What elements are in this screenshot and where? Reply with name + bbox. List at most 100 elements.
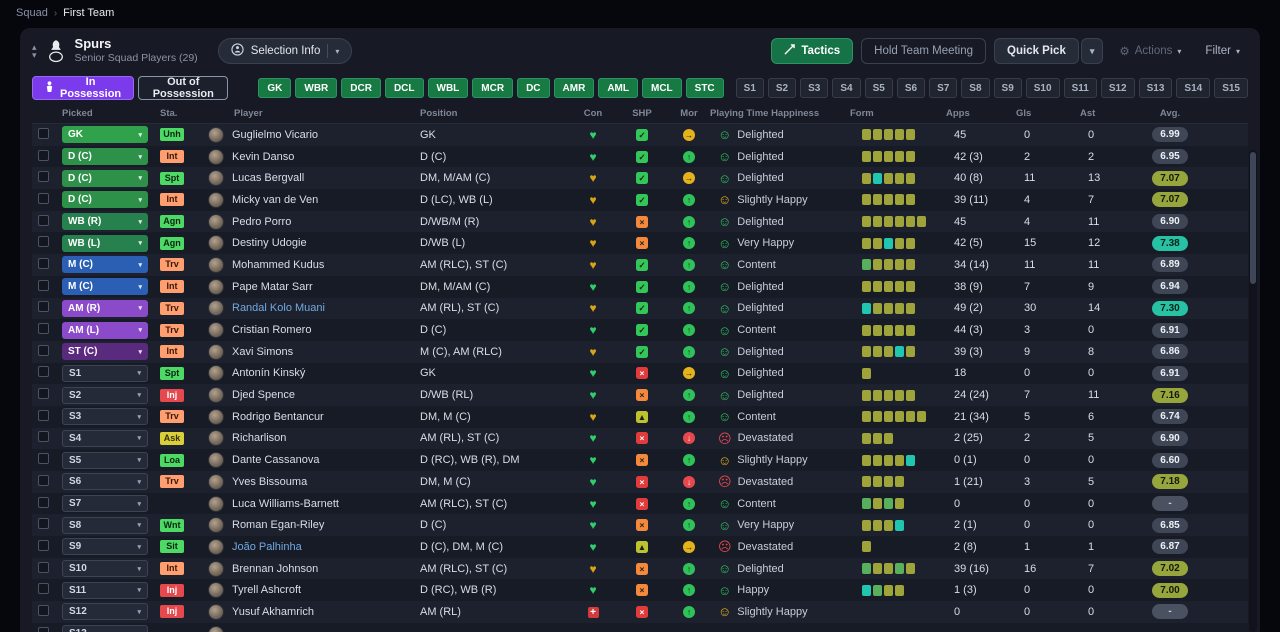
picked-position-select[interactable]: AM (L) ▾ [62, 321, 148, 339]
row-checkbox[interactable] [38, 344, 49, 356]
table-row[interactable]: GK ▾ Unh Guglielmo Vicario GK ♥ ✓ → ☺ Deli… [32, 124, 1248, 146]
row-checkbox[interactable] [38, 257, 49, 269]
row-checkbox[interactable] [38, 279, 49, 291]
player-name[interactable]: Yusuf Akhamrich [232, 606, 314, 618]
slot-filter-s7[interactable]: S7 [929, 78, 958, 98]
row-checkbox[interactable] [38, 431, 49, 443]
row-checkbox[interactable] [38, 366, 49, 378]
table-row[interactable]: WB (R) ▾ Agn Pedro Porro D/WB/M (R) ♥ × ↑… [32, 210, 1248, 233]
row-checkbox[interactable] [38, 149, 49, 161]
player-name[interactable]: Yves Bissouma [232, 476, 307, 488]
picked-position-select[interactable]: M (C) ▾ [62, 256, 148, 274]
slot-filter-s1[interactable]: S1 [735, 78, 764, 98]
slot-filter-s3[interactable]: S3 [800, 78, 829, 98]
player-name[interactable]: Tyrell Ashcroft [232, 584, 301, 596]
table-row[interactable]: S10 ▾ Int Brennan Johnson AM (RLC), ST (C… [32, 557, 1248, 580]
row-checkbox[interactable] [38, 583, 49, 595]
picked-position-select[interactable]: S10 ▾ [62, 560, 148, 578]
tab-out-of-possession[interactable]: Out of Possession [138, 76, 229, 100]
table-row[interactable]: S9 ▾ Sit João Palhinha D (C), DM, M (C) ♥… [32, 536, 1248, 558]
scrollbar-thumb[interactable] [1250, 152, 1256, 284]
table-row[interactable]: S2 ▾ Inj Djed Spence D/WB (RL) ♥ × ↑ ☺ Del… [32, 384, 1248, 406]
picked-position-select[interactable]: S13▾ [62, 625, 148, 632]
table-row[interactable]: M (C) ▾ Int Pape Matar Sarr DM, M/AM (C) … [32, 275, 1248, 298]
table-row[interactable]: D (C) ▾ Int Kevin Danso D (C) ♥ ✓ ↑ ☺ Deli… [32, 145, 1248, 168]
chevron-down-icon[interactable]: ▾ [32, 51, 37, 60]
player-name[interactable]: Guglielmo Vicario [232, 129, 318, 141]
table-row[interactable]: D (C) ▾ Spt Lucas Bergvall DM, M/AM (C) ♥… [32, 167, 1248, 190]
player-name[interactable]: Kevin Danso [232, 151, 294, 163]
picked-position-select[interactable]: S7 ▾ [62, 495, 148, 513]
breadcrumb-squad[interactable]: Squad [16, 7, 48, 19]
position-filter-wbr[interactable]: WBR [295, 78, 338, 98]
column-header-playing-time-happiness[interactable]: Playing Time Happiness [710, 108, 850, 119]
table-row[interactable]: S1 ▾ Spt Antonín Kinský GK ♥ × → ☺ Delight… [32, 362, 1248, 385]
table-row[interactable]: S3 ▾ Trv Rodrigo Bentancur DM, M (C) ♥ ▲ … [32, 405, 1248, 428]
slot-filter-s9[interactable]: S9 [993, 78, 1022, 98]
table-row[interactable]: AM (R) ▾ Trv Randal Kolo Muani AM (RL), S… [32, 297, 1248, 320]
row-checkbox[interactable] [38, 301, 49, 313]
picked-position-select[interactable]: S8 ▾ [62, 516, 148, 534]
position-filter-gk[interactable]: GK [258, 78, 292, 98]
hold-team-meeting-button[interactable]: Hold Team Meeting [861, 38, 987, 64]
row-checkbox[interactable] [38, 453, 49, 465]
row-checkbox[interactable] [38, 474, 49, 486]
table-row[interactable]: S11 ▾ Inj Tyrell Ashcroft D (RC), WB (R) … [32, 579, 1248, 602]
player-name[interactable]: Roman Egan-Riley [232, 519, 324, 531]
slot-filter-s5[interactable]: S5 [864, 78, 893, 98]
table-row[interactable]: S6 ▾ Trv Yves Bissouma DM, M (C) ♥ × ↓ ☹ D… [32, 471, 1248, 493]
player-name[interactable]: Brennan Johnson [232, 563, 318, 575]
slot-filter-s6[interactable]: S6 [896, 78, 926, 98]
slot-filter-s4[interactable]: S4 [832, 78, 861, 98]
row-checkbox[interactable] [38, 496, 49, 508]
player-name[interactable]: Rodrigo Bentancur [232, 411, 324, 423]
player-name[interactable]: Lucas Bergvall [232, 172, 304, 184]
picked-position-select[interactable]: GK ▾ [62, 126, 148, 144]
position-filter-dcl[interactable]: DCL [384, 78, 424, 98]
picked-position-select[interactable]: S1 ▾ [62, 364, 148, 382]
player-name[interactable]: Destiny Udogie [232, 237, 307, 249]
table-row[interactable]: WB (L) ▾ Agn Destiny Udogie D/WB (L) ♥ × … [32, 232, 1248, 255]
table-row[interactable]: S12 ▾ Inj Yusuf Akhamrich AM (RL) + × ↑ ☺… [32, 601, 1248, 623]
row-checkbox[interactable] [38, 171, 49, 183]
row-checkbox[interactable] [38, 192, 49, 204]
table-row[interactable]: S13▾ [32, 622, 1248, 632]
picked-position-select[interactable]: AM (R) ▾ [62, 299, 148, 317]
position-filter-dc[interactable]: DC [517, 78, 550, 98]
slot-filter-s12[interactable]: S12 [1100, 78, 1135, 98]
picked-position-select[interactable]: WB (R) ▾ [62, 213, 148, 231]
scrollbar[interactable] [1249, 150, 1257, 632]
player-name[interactable]: Pedro Porro [232, 216, 291, 228]
player-name[interactable]: Cristian Romero [232, 324, 311, 336]
slot-filter-s10[interactable]: S10 [1025, 78, 1060, 98]
player-name[interactable]: Micky van de Ven [232, 194, 318, 206]
table-row[interactable]: ST (C) ▾ Int Xavi Simons M (C), AM (RLC) … [32, 340, 1248, 363]
position-filter-mcl[interactable]: MCL [641, 78, 682, 98]
picked-position-select[interactable]: D (C) ▾ [62, 148, 148, 166]
row-checkbox[interactable] [38, 604, 49, 616]
slot-filter-s11[interactable]: S11 [1063, 78, 1097, 98]
column-header-player[interactable]: Player [208, 108, 420, 119]
player-name[interactable]: Richarlison [232, 432, 286, 444]
picked-position-select[interactable]: M (C) ▾ [62, 278, 148, 296]
position-filter-wbl[interactable]: WBL [427, 78, 469, 98]
slot-filter-s13[interactable]: S13 [1138, 78, 1173, 98]
column-header-sta[interactable]: Sta. [160, 108, 208, 119]
table-row[interactable]: M (C) ▾ Trv Mohammed Kudus AM (RLC), ST (… [32, 254, 1248, 276]
player-name[interactable]: Dante Cassanova [232, 454, 319, 466]
column-header-form[interactable]: Form [850, 108, 946, 119]
row-checkbox[interactable] [38, 409, 49, 421]
filter-button[interactable]: Filter ▾ [1197, 38, 1248, 64]
position-filter-amr[interactable]: AMR [553, 78, 595, 98]
row-checkbox[interactable] [38, 539, 49, 551]
picked-position-select[interactable]: S3 ▾ [62, 408, 148, 426]
quick-pick-dropdown-button[interactable]: ▾ [1080, 38, 1104, 64]
table-row[interactable]: S4 ▾ Ask Richarlison AM (RL), ST (C) ♥ × … [32, 427, 1248, 450]
picked-position-select[interactable]: S2 ▾ [62, 386, 148, 404]
table-row[interactable]: S5 ▾ Loa Dante Cassanova D (RC), WB (R), … [32, 449, 1248, 471]
column-header-con[interactable]: Con [570, 108, 616, 119]
player-name[interactable]: Pape Matar Sarr [232, 281, 313, 293]
selection-info-button[interactable]: Selection Info ▾ [217, 38, 353, 64]
slot-filter-s8[interactable]: S8 [961, 78, 990, 98]
tab-in-possession[interactable]: In Possession [32, 76, 135, 100]
